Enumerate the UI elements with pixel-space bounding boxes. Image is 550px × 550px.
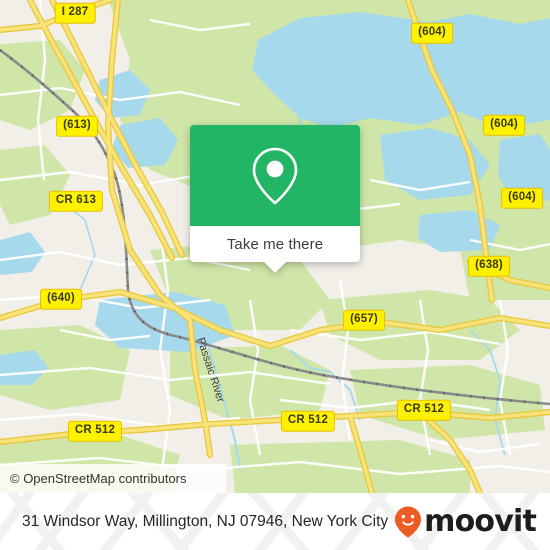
road-shield: CR 512 — [280, 410, 336, 432]
road-shield: (638) — [468, 255, 510, 277]
popup-pointer-tail — [264, 262, 286, 273]
map-canvas[interactable]: I 287 (613) (604) (604) (604) CR 613 (63… — [0, 0, 550, 493]
map-attribution: © OpenStreetMap contributors — [0, 464, 226, 493]
map-pin-icon — [252, 147, 298, 204]
road-shield: (657) — [343, 309, 385, 331]
address-text: 31 Windsor Way, Millington, NJ 07946, Ne… — [22, 512, 389, 530]
road-shield: CR 613 — [48, 190, 104, 212]
moovit-map-screenshot: I 287 (613) (604) (604) (604) CR 613 (63… — [0, 0, 550, 550]
location-popup-card[interactable]: Take me there — [190, 125, 360, 273]
road-shield: CR 512 — [396, 399, 452, 421]
moovit-brand-logo[interactable]: moovit — [393, 503, 537, 539]
road-shield: I 287 — [54, 2, 96, 24]
take-me-there-button[interactable]: Take me there — [190, 226, 360, 262]
moovit-wordmark: moovit — [424, 503, 537, 539]
road-shield: (640) — [40, 288, 82, 310]
footer-bar: 31 Windsor Way, Millington, NJ 07946, Ne… — [0, 493, 550, 550]
road-shield: (613) — [56, 115, 98, 137]
road-shield: (604) — [501, 187, 543, 209]
popup-icon-area — [190, 125, 360, 226]
moovit-smiley-pin-icon — [395, 506, 422, 537]
road-shield: CR 512 — [67, 420, 123, 442]
road-shield: (604) — [483, 114, 525, 136]
attribution-text: © OpenStreetMap contributors — [10, 471, 187, 486]
take-me-there-label: Take me there — [226, 235, 324, 253]
road-shield: (604) — [411, 22, 453, 44]
